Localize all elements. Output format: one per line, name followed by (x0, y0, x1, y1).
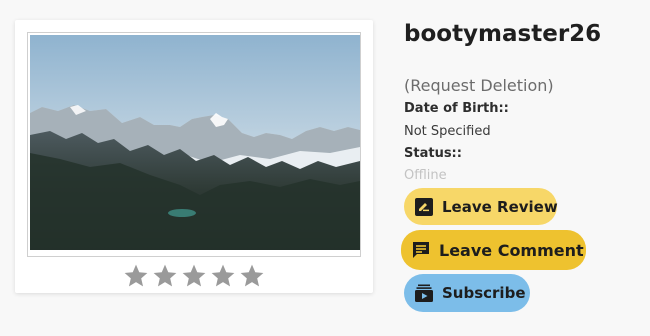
leave-review-button[interactable]: Leave Review (404, 188, 558, 225)
status-label: Status:: (404, 146, 462, 161)
profile-photo[interactable] (27, 32, 361, 257)
star-icon[interactable] (181, 263, 207, 289)
dob-value: Not Specified (404, 124, 491, 139)
review-icon (415, 197, 433, 216)
star-icon[interactable] (152, 263, 178, 289)
star-icon[interactable] (239, 263, 265, 289)
dob-label: Date of Birth:: (404, 101, 509, 116)
mountain-landscape-image (30, 35, 360, 250)
subscribe-label: Subscribe (442, 284, 526, 302)
subscribe-button[interactable]: Subscribe (404, 274, 530, 312)
leave-review-label: Leave Review (442, 197, 558, 216)
request-deletion-link[interactable]: (Request Deletion) (404, 76, 554, 95)
star-icon[interactable] (123, 263, 149, 289)
star-icon[interactable] (210, 263, 236, 289)
username-heading: bootymaster26 (404, 21, 602, 47)
rating-stars[interactable] (15, 263, 373, 289)
subscription-icon (415, 284, 433, 302)
leave-comment-label: Leave Comment (439, 240, 584, 260)
profile-photo-card (15, 20, 373, 293)
status-value: Offline (404, 168, 447, 183)
comment-icon (413, 242, 429, 258)
leave-comment-button[interactable]: Leave Comment (401, 230, 586, 270)
